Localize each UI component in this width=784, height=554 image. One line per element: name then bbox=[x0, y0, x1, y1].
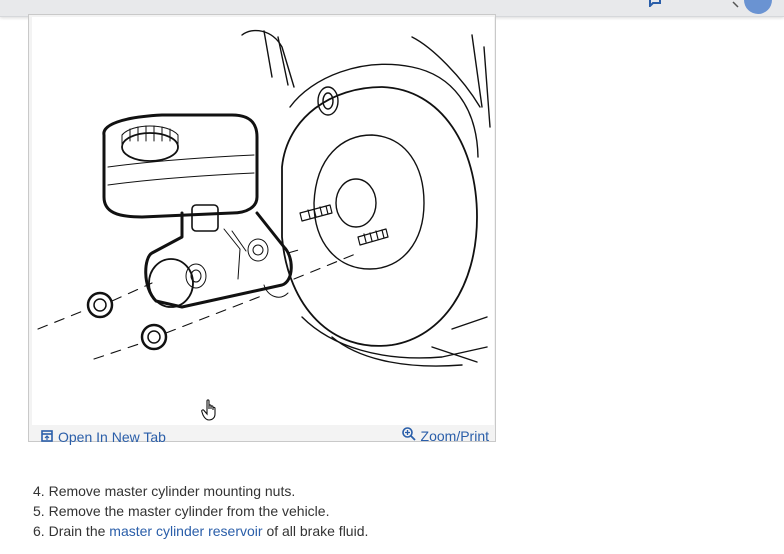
master-cylinder-reservoir-link[interactable]: master cylinder reservoir bbox=[109, 523, 262, 539]
step-item: 4. Remove master cylinder mounting nuts. bbox=[33, 481, 368, 501]
step-item: 6. Drain the master cylinder reservoir o… bbox=[33, 521, 368, 541]
open-in-new-tab-link[interactable]: Open In New Tab bbox=[41, 429, 166, 445]
step-text-after: of all brake fluid. bbox=[266, 523, 369, 539]
step-text: Remove master cylinder mounting nuts. bbox=[48, 483, 296, 499]
chat-icon[interactable] bbox=[648, 0, 662, 12]
step-text: Remove the master cylinder from the vehi… bbox=[48, 503, 330, 519]
zoom-in-icon bbox=[401, 427, 416, 444]
open-in-new-tab-label: Open In New Tab bbox=[58, 429, 166, 445]
brake-booster-drawing bbox=[241, 29, 491, 367]
zoom-print-label: Zoom/Print bbox=[420, 427, 489, 444]
step-number: 5. bbox=[33, 503, 45, 519]
chevron-icon[interactable] bbox=[732, 0, 740, 14]
master-cylinder-drawing bbox=[102, 113, 293, 309]
step-text-before: Drain the bbox=[48, 523, 106, 539]
master-cylinder-diagram[interactable] bbox=[32, 17, 494, 425]
step-item: 5. Remove the master cylinder from the v… bbox=[33, 501, 368, 521]
diagram-figure: Open In New Tab Zoom/Print bbox=[28, 14, 496, 445]
open-tab-icon bbox=[41, 429, 53, 445]
hand-cursor-icon bbox=[201, 399, 219, 426]
zoom-print-link[interactable]: Zoom/Print bbox=[401, 427, 489, 444]
figure-footer: Open In New Tab Zoom/Print bbox=[29, 425, 495, 445]
step-number: 4. bbox=[33, 483, 45, 499]
avatar[interactable] bbox=[744, 0, 772, 14]
instruction-steps: 4. Remove master cylinder mounting nuts.… bbox=[33, 481, 368, 541]
step-number: 6. bbox=[33, 523, 45, 539]
